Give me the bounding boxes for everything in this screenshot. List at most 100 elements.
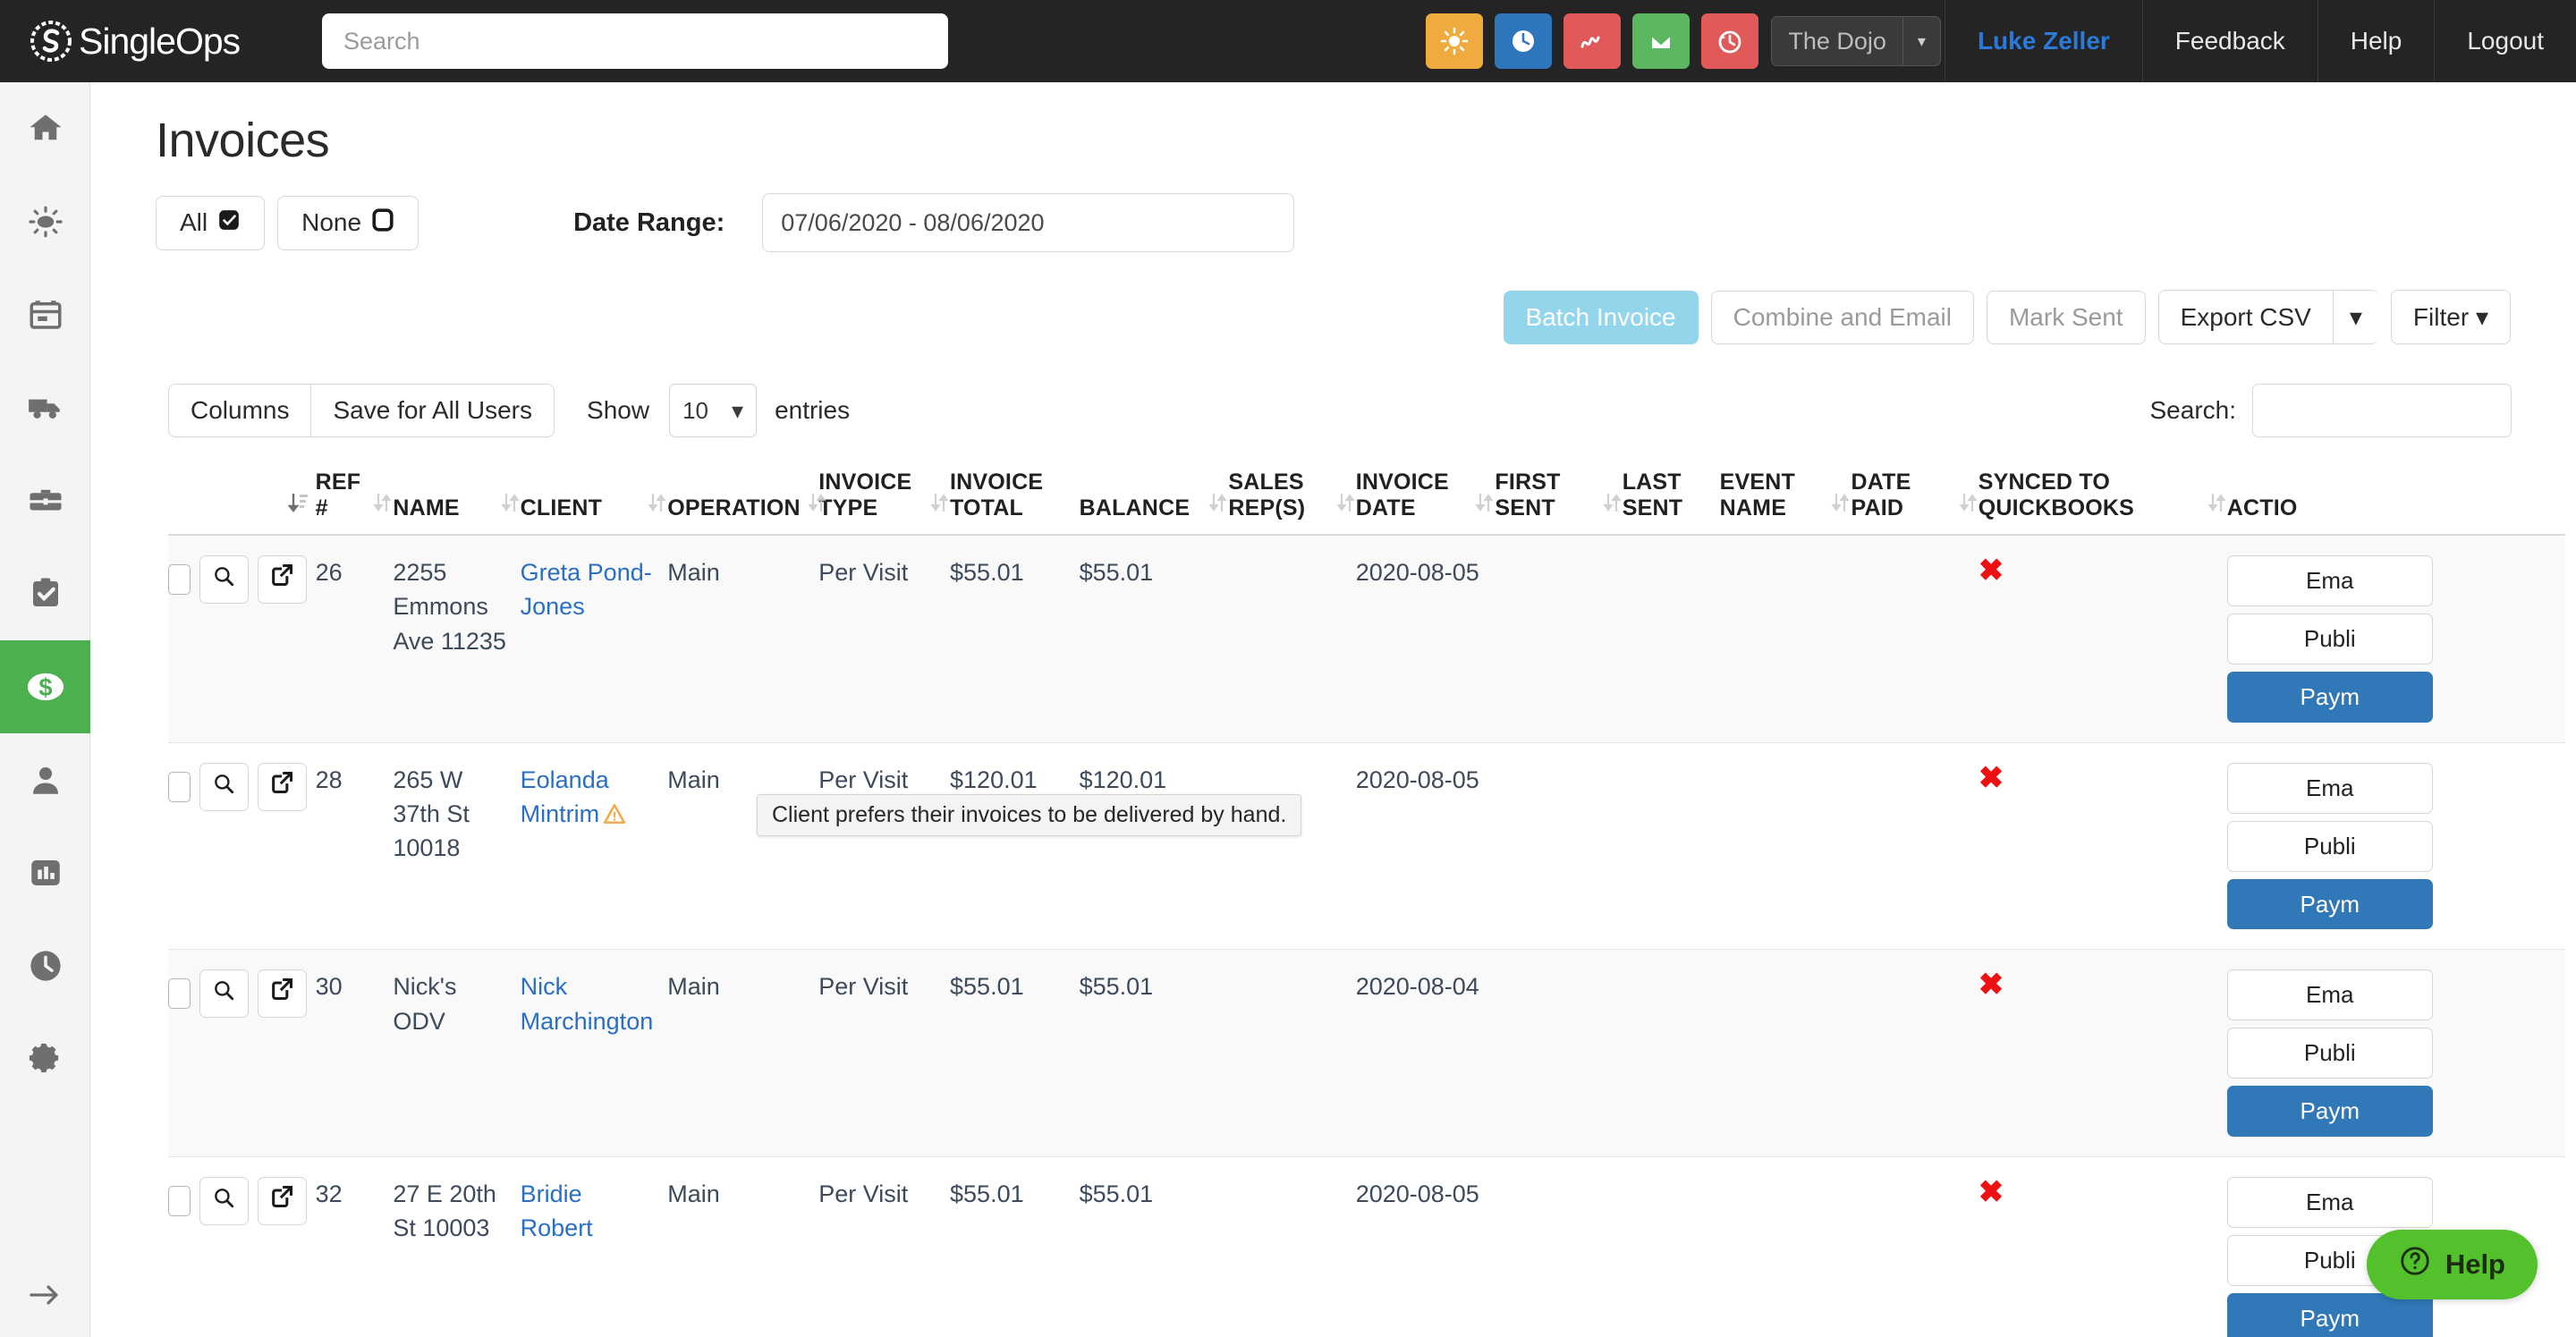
row-preview-button[interactable] — [199, 762, 249, 811]
th-invoice-total[interactable]: INVOICE TOTAL — [950, 470, 1080, 536]
th-first-sent[interactable]: FIRST SENT — [1495, 470, 1623, 536]
table-row[interactable]: 30 Nick's ODV Nick Marchington Main Per … — [168, 949, 2565, 1158]
chart-line-icon[interactable] — [1563, 13, 1622, 69]
sidebar-item-calendar[interactable] — [0, 268, 90, 361]
th-operation[interactable]: OPERATION — [667, 470, 826, 536]
sort-both-icon — [648, 490, 667, 521]
export-csv-dropdown-toggle[interactable]: ▾ — [2332, 290, 2378, 344]
truck-icon — [26, 388, 65, 427]
th-invoice-type[interactable]: INVOICE TYPE — [818, 470, 951, 536]
select-all-button[interactable]: All — [156, 195, 266, 250]
batch-invoice-button[interactable]: Batch Invoice — [1503, 290, 1699, 344]
row-publish-button[interactable]: Publi — [2226, 613, 2433, 664]
table-row[interactable]: 32 27 E 20th St 10003 Bridie Robert Main… — [168, 1156, 2565, 1337]
row-open-new-tab-button[interactable] — [257, 1177, 307, 1226]
th-date-paid[interactable]: DATE PAID — [1851, 470, 1979, 536]
th-synced-to-quickbooks[interactable]: SYNCED TO QUICKBOOKS — [1978, 470, 2227, 536]
help-widget-button[interactable]: Help — [2366, 1230, 2538, 1299]
row-payment-button[interactable]: Paym — [2226, 878, 2433, 930]
entries-per-page-select[interactable]: 10 ▾ — [669, 384, 758, 437]
chevron-down-icon[interactable]: ▾ — [1902, 17, 1940, 65]
row-preview-button[interactable] — [199, 555, 249, 604]
row-publish-button[interactable]: Publi — [2226, 820, 2433, 872]
table-row[interactable]: 26 2255 Emmons Ave 11235 Greta Pond-Jone… — [168, 535, 2565, 743]
warning-triangle-icon[interactable] — [603, 800, 626, 834]
row-select-checkbox[interactable] — [168, 564, 191, 595]
sort-both-icon — [1336, 490, 1356, 521]
th-balance[interactable]: BALANCE — [1079, 470, 1229, 536]
feedback-link[interactable]: Feedback — [2141, 0, 2318, 82]
clock-icon[interactable] — [1495, 13, 1553, 69]
row-email-button[interactable]: Ema — [2226, 969, 2433, 1021]
th-ref[interactable]: REF # — [315, 470, 394, 536]
envelope-icon[interactable] — [1632, 13, 1690, 69]
sidebar-item-jobs[interactable] — [0, 454, 90, 547]
cell-invoice-type: Per Visit — [818, 1156, 951, 1337]
logout-link[interactable]: Logout — [2434, 0, 2576, 82]
global-search[interactable] — [322, 13, 948, 69]
row-payment-button[interactable]: Paym — [2226, 671, 2433, 723]
row-open-new-tab-button[interactable] — [257, 555, 307, 604]
sidebar-item-clients[interactable] — [0, 733, 90, 826]
row-publish-button[interactable]: Publi — [2226, 1028, 2433, 1079]
filter-button[interactable]: Filter ▾ — [2390, 290, 2511, 344]
cell-client-link[interactable]: Bridie Robert — [521, 1180, 593, 1241]
save-for-all-users-button[interactable]: Save for All Users — [310, 384, 555, 437]
export-csv-button[interactable]: Export CSV — [2157, 290, 2333, 344]
cell-last-sent — [1622, 742, 1720, 951]
question-circle-icon — [2399, 1245, 2431, 1284]
row-open-new-tab-button[interactable] — [257, 762, 307, 811]
cell-client-link[interactable]: Nick Marchington — [521, 973, 654, 1034]
row-email-button[interactable]: Ema — [2226, 762, 2433, 814]
search-icon — [212, 1184, 235, 1218]
th-event-name[interactable]: EVENT NAME — [1719, 470, 1852, 536]
brand-logo-area[interactable]: SingleOps — [30, 21, 308, 63]
row-payment-button[interactable]: Paym — [2226, 1086, 2433, 1138]
th-name[interactable]: NAME — [393, 470, 521, 536]
external-link-icon — [269, 977, 294, 1011]
combine-and-email-button[interactable]: Combine and Email — [1710, 290, 1974, 344]
th-client[interactable]: CLIENT — [520, 470, 668, 536]
sidebar-item-tasks[interactable] — [0, 547, 90, 640]
sidebar-item-invoices[interactable]: $ — [0, 640, 90, 733]
row-select-checkbox[interactable] — [168, 1186, 191, 1217]
help-link[interactable]: Help — [2317, 0, 2435, 82]
organization-selector[interactable]: The Dojo ▾ — [1771, 16, 1941, 66]
sidebar-item-settings[interactable] — [0, 1012, 90, 1105]
history-icon[interactable] — [1701, 13, 1759, 69]
row-select-checkbox[interactable] — [168, 771, 191, 802]
cell-operation: Main — [667, 1156, 819, 1337]
columns-button[interactable]: Columns — [168, 384, 311, 437]
user-menu-link[interactable]: Luke Zeller — [1944, 0, 2142, 82]
row-preview-button[interactable] — [199, 1177, 249, 1226]
sidebar-item-timesheets[interactable] — [0, 919, 90, 1012]
left-sidebar: $ — [0, 82, 90, 1337]
th-invoice-date[interactable]: INVOICE DATE — [1355, 470, 1496, 536]
row-select-checkbox[interactable] — [168, 978, 191, 1010]
sun-icon[interactable] — [1426, 13, 1484, 69]
select-none-button[interactable]: None — [277, 195, 419, 250]
row-open-new-tab-button[interactable] — [257, 969, 307, 1019]
th-last-sent[interactable]: LAST SENT — [1622, 470, 1720, 536]
date-range-input[interactable]: 07/06/2020 - 08/06/2020 — [762, 193, 1295, 252]
sidebar-item-leads[interactable] — [0, 175, 90, 268]
row-preview-button[interactable] — [199, 969, 249, 1019]
mark-sent-button[interactable]: Mark Sent — [1986, 290, 2146, 344]
row-email-button[interactable]: Ema — [2226, 1177, 2433, 1229]
cell-invoice-total: $55.01 — [950, 949, 1080, 1158]
th-sales-reps[interactable]: SALES REP(S) — [1228, 470, 1356, 536]
sidebar-item-dispatch[interactable] — [0, 361, 90, 454]
cell-client-link[interactable]: Greta Pond-Jones — [521, 559, 652, 620]
table-search-input[interactable] — [2252, 384, 2512, 437]
row-email-button[interactable]: Ema — [2226, 555, 2433, 606]
sidebar-item-reports[interactable] — [0, 826, 90, 919]
sidebar-expand-toggle[interactable] — [0, 1281, 90, 1314]
table-row[interactable]: 28 265 W 37th St 10018 Eolanda Mintrim M… — [168, 742, 2565, 951]
row-payment-button[interactable]: Paym — [2226, 1292, 2433, 1337]
cell-sales-reps — [1228, 1156, 1356, 1337]
invoices-table-wrap: REF # NAME CLIENT OPERATION INVOICE TYPE… — [168, 470, 2576, 1337]
cell-client-link[interactable]: Eolanda Mintrim — [521, 766, 609, 827]
th-select[interactable] — [168, 470, 316, 536]
sidebar-item-home[interactable] — [0, 82, 90, 175]
global-search-input[interactable] — [342, 26, 928, 56]
